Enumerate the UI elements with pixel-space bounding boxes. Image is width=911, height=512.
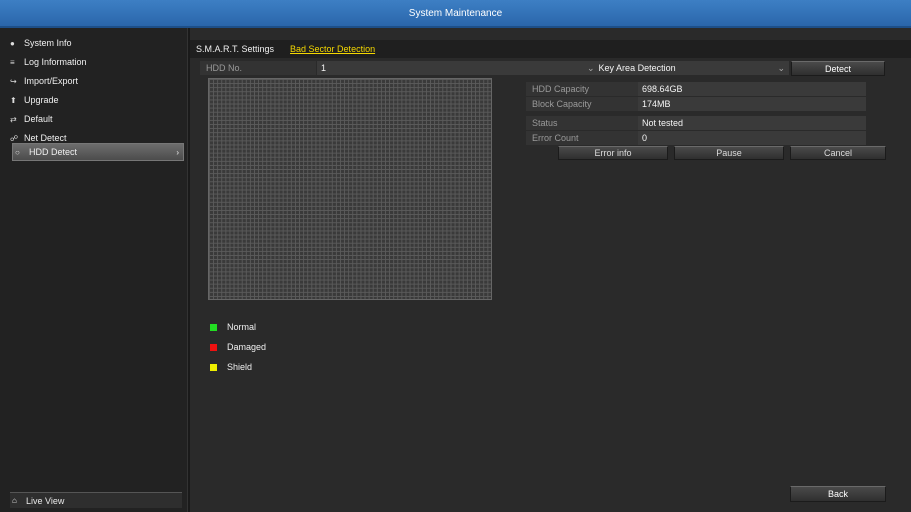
legend-label: Normal	[227, 322, 257, 332]
legend-damaged: Damaged	[210, 342, 266, 352]
sidebar-item-import-export[interactable]: ↪ Import/Export	[10, 72, 184, 90]
home-icon: ⌂	[12, 496, 17, 505]
legend-normal: Normal	[210, 322, 256, 332]
upgrade-icon: ⬆	[10, 95, 17, 105]
sidebar: ● System Info ≡ Log Information ↪ Import…	[0, 28, 188, 512]
sidebar-item-label: Import/Export	[24, 76, 79, 86]
detection-mode-value: Key Area Detection	[598, 63, 676, 73]
tab-bad-sector-detection[interactable]: Bad Sector Detection	[290, 44, 375, 54]
sidebar-item-label: Net Detect	[24, 133, 67, 143]
back-button[interactable]: Back	[790, 486, 886, 502]
live-view-button[interactable]: ⌂ Live View	[10, 492, 182, 508]
chevron-down-icon: ⌄	[587, 62, 595, 73]
block-capacity-label: Block Capacity	[526, 97, 638, 111]
sidebar-item-label: HDD Detect	[29, 147, 78, 157]
error-count-value: 0	[638, 131, 866, 145]
tab-smart-settings[interactable]: S.M.A.R.T. Settings	[196, 44, 274, 54]
status-label: Status	[526, 116, 638, 130]
net-detect-icon: ☍	[10, 133, 19, 143]
title-bar: System Maintenance	[0, 0, 911, 28]
detect-button[interactable]: Detect	[791, 61, 885, 76]
live-view-label: Live View	[26, 495, 65, 506]
hdd-detect-icon: ○	[15, 147, 20, 157]
window-title: System Maintenance	[408, 7, 503, 19]
pause-button[interactable]: Pause	[674, 146, 784, 160]
damaged-swatch	[210, 343, 217, 351]
sidebar-item-hdd-detect[interactable]: ○ HDD Detect ›	[12, 143, 184, 161]
normal-swatch	[210, 323, 217, 331]
sector-grid	[208, 78, 492, 300]
error-count-label: Error Count	[526, 131, 638, 145]
sidebar-item-system-info[interactable]: ● System Info	[10, 34, 184, 52]
sidebar-item-label: Upgrade	[24, 95, 59, 105]
legend-shield: Shield	[210, 362, 252, 372]
import-export-icon: ↪	[10, 76, 17, 86]
legend-label: Damaged	[227, 342, 267, 352]
block-capacity-value: 174MB	[638, 97, 866, 111]
status-value: Not tested	[638, 116, 866, 130]
error-info-button[interactable]: Error info	[558, 146, 668, 160]
hdd-no-label: HDD No.	[200, 61, 316, 75]
sidebar-item-log-information[interactable]: ≡ Log Information	[10, 53, 184, 71]
sidebar-item-upgrade[interactable]: ⬆ Upgrade	[10, 91, 184, 109]
sidebar-item-default[interactable]: ⇄ Default	[10, 110, 184, 128]
main-panel: S.M.A.R.T. Settings Bad Sector Detection…	[190, 28, 911, 512]
sidebar-item-label: Log Information	[24, 57, 87, 67]
chevron-down-icon: ⌄	[777, 62, 785, 73]
sidebar-item-label: Default	[24, 114, 53, 124]
tab-bar: S.M.A.R.T. Settings Bad Sector Detection	[190, 40, 911, 58]
hdd-capacity-value: 698.64GB	[638, 82, 866, 96]
shield-swatch	[210, 363, 217, 371]
sidebar-item-label: System Info	[24, 38, 72, 48]
log-icon: ≡	[10, 57, 15, 67]
legend-label: Shield	[227, 362, 253, 372]
cancel-button[interactable]: Cancel	[790, 146, 886, 160]
chevron-right-icon: ›	[176, 147, 179, 157]
hdd-capacity-label: HDD Capacity	[526, 82, 638, 96]
hdd-no-select[interactable]: 1	[317, 61, 589, 75]
default-icon: ⇄	[10, 114, 17, 124]
detection-mode-select[interactable]: ⌄ Key Area Detection ⌄	[583, 61, 789, 75]
info-icon: ●	[10, 38, 15, 48]
hdd-no-value: 1	[321, 63, 327, 73]
